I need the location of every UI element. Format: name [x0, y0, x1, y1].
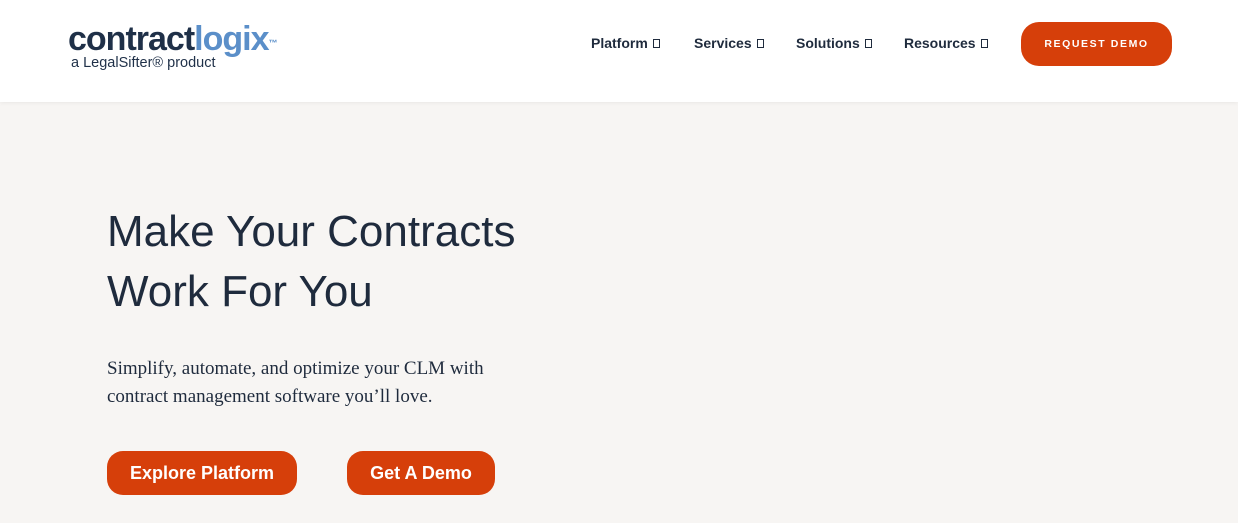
- request-demo-button[interactable]: REQUEST DEMO: [1021, 22, 1172, 66]
- hero-subtitle-line-2: contract management software you’ll love…: [107, 386, 433, 407]
- logo-wordmark: contractlogix™: [68, 20, 277, 58]
- logo-part-contract: contract: [68, 20, 195, 58]
- hero-title-line-1: Make Your Contracts: [107, 207, 516, 256]
- chevron-down-icon: [756, 38, 764, 48]
- nav-item-label: Platform: [591, 35, 648, 51]
- nav-item-label: Resources: [904, 35, 976, 51]
- chevron-down-icon: [980, 38, 988, 48]
- logo[interactable]: contractlogix™ a LegalSifter® product: [68, 20, 277, 71]
- explore-platform-button[interactable]: Explore Platform: [107, 451, 297, 495]
- nav-item-solutions[interactable]: Solutions: [796, 35, 872, 51]
- chevron-down-icon: [864, 38, 872, 48]
- nav-item-services[interactable]: Services: [694, 35, 764, 51]
- hero-subtitle: Simplify, automate, and optimize your CL…: [107, 355, 527, 411]
- nav-item-label: Services: [694, 35, 752, 51]
- get-a-demo-button[interactable]: Get A Demo: [347, 451, 495, 495]
- nav-item-platform[interactable]: Platform: [591, 35, 660, 51]
- nav-item-label: Solutions: [796, 35, 860, 51]
- hero-title-line-2: Work For You: [107, 267, 373, 316]
- nav-item-resources[interactable]: Resources: [904, 35, 988, 51]
- logo-trademark: ™: [268, 38, 277, 48]
- logo-part-logix: logix: [194, 20, 269, 58]
- logo-tagline: a LegalSifter® product: [71, 55, 216, 71]
- hero-title: Make Your Contracts Work For You: [107, 202, 607, 322]
- site-header: contractlogix™ a LegalSifter® product Pl…: [0, 0, 1238, 102]
- hero-subtitle-line-1: Simplify, automate, and optimize your CL…: [107, 358, 484, 379]
- chevron-down-icon: [652, 38, 660, 48]
